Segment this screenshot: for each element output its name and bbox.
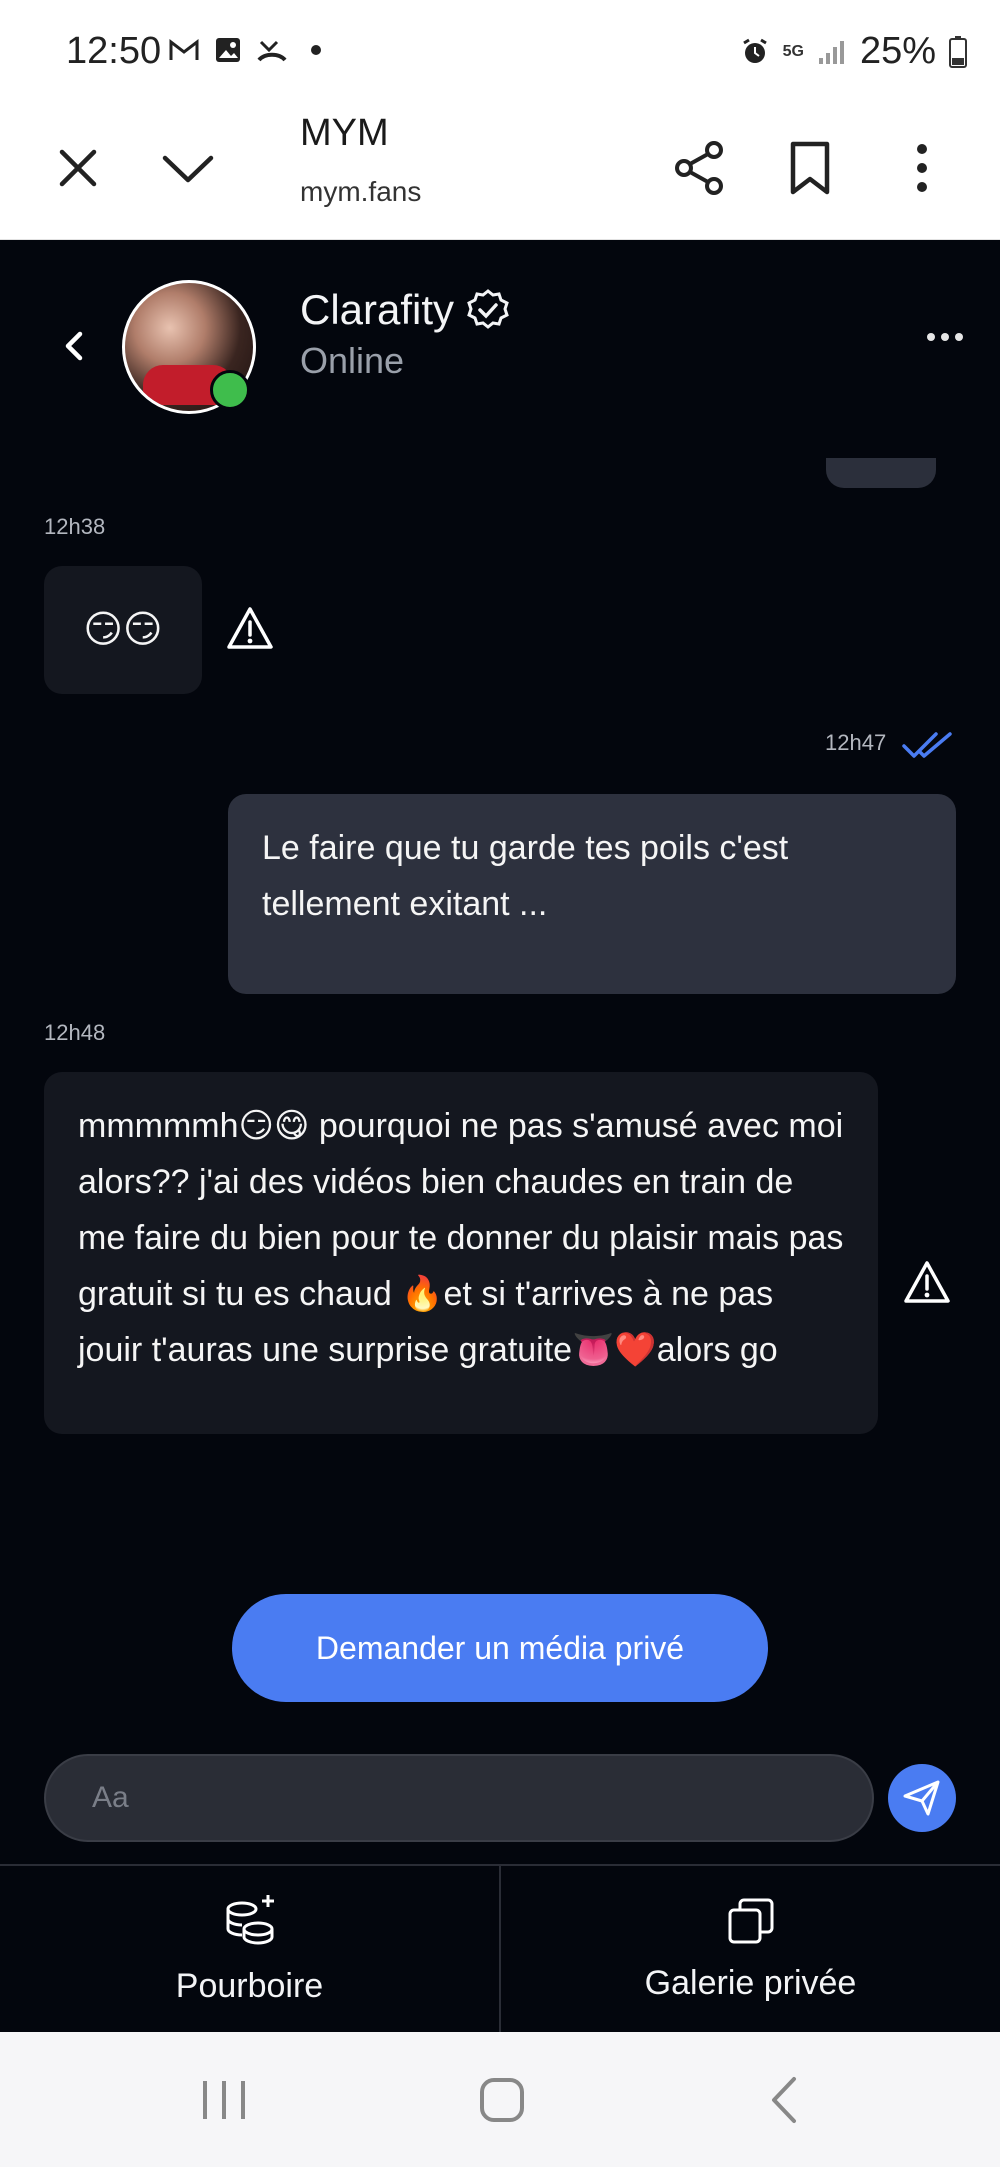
status-bar: 12:50 5G 25% [0, 0, 1000, 100]
battery-icon [948, 35, 968, 68]
bottom-action-bar: Pourboire Galerie privée [0, 1864, 1000, 2032]
send-button[interactable] [888, 1764, 956, 1832]
more-vertical-icon [917, 144, 927, 192]
system-nav-bar [0, 2032, 1000, 2167]
chat-screen: Clarafity Online 12h38 😏😏 12h47 Le faire… [0, 240, 1000, 2032]
chevron-left-icon [65, 331, 83, 361]
page-url[interactable]: mym.fans [300, 176, 421, 208]
report-button[interactable] [226, 606, 276, 652]
recents-icon [203, 2081, 245, 2119]
page-title: MYM [300, 112, 389, 154]
minimize-button[interactable] [148, 128, 228, 208]
tip-button[interactable]: Pourboire [0, 1866, 499, 2032]
warning-icon [904, 1261, 950, 1303]
send-icon [903, 1780, 940, 1816]
message-time: 12h38 [44, 514, 106, 539]
status-time: 12:50 [66, 30, 162, 72]
incoming-message[interactable]: mmmmmh😏😋 pourquoi ne pas s'amusé avec mo… [44, 1072, 878, 1434]
gallery-copy-icon [728, 1898, 773, 1943]
chevron-down-icon [162, 155, 214, 183]
message-input-wrapper [44, 1754, 874, 1842]
back-icon [772, 2077, 796, 2123]
message-time: 12h48 [44, 1020, 106, 1045]
tip-label: Pourboire [175, 1966, 324, 2005]
close-icon [59, 149, 97, 187]
previous-message-bubble [826, 458, 936, 488]
read-receipt-icon [902, 732, 952, 758]
gmail-icon [168, 34, 200, 66]
battery-percent: 25% [859, 30, 936, 72]
chat-more-button[interactable] [920, 322, 970, 352]
message-text: Le faire que tu garde tes poils c'est te… [262, 829, 789, 923]
chat-header: Clarafity Online [0, 240, 1000, 440]
network-type: 5G [782, 42, 804, 60]
more-horizontal-icon [927, 333, 935, 341]
contact-name-row[interactable]: Clarafity [300, 286, 510, 334]
alarm-icon [739, 36, 771, 68]
gallery-icon [212, 34, 244, 66]
more-options-button[interactable] [882, 128, 962, 208]
share-icon [675, 141, 723, 195]
bookmark-button[interactable] [770, 128, 850, 208]
dot-icon [300, 34, 332, 66]
close-tab-button[interactable] [38, 128, 118, 208]
request-private-media-button[interactable]: Demander un média privé [232, 1594, 768, 1702]
home-icon [480, 2078, 524, 2122]
message-text: mmmmmh😏😋 pourquoi ne pas s'amusé avec mo… [78, 1107, 844, 1369]
report-button[interactable] [903, 1260, 953, 1306]
back-button[interactable] [54, 326, 94, 366]
message-time: 12h47 [825, 730, 887, 755]
status-right: 5G 25% [739, 30, 968, 73]
browser-toolbar: MYM mym.fans [0, 100, 1000, 240]
signal-icon [816, 36, 848, 68]
share-button[interactable] [660, 128, 740, 208]
bookmark-icon [790, 141, 830, 195]
recent-apps-button[interactable] [184, 2070, 264, 2130]
incoming-message[interactable]: 😏😏 [44, 566, 202, 694]
home-button[interactable] [462, 2070, 542, 2130]
warning-icon [227, 607, 273, 649]
missed-call-icon [256, 34, 288, 66]
online-indicator [210, 370, 250, 410]
private-gallery-button[interactable]: Galerie privée [499, 1866, 1000, 2032]
message-text: 😏😏 [83, 609, 163, 651]
notification-icons [168, 34, 332, 66]
outgoing-message[interactable]: Le faire que tu garde tes poils c'est te… [228, 794, 956, 994]
contact-status: Online [300, 340, 405, 381]
gallery-label: Galerie privée [644, 1963, 857, 2002]
message-input[interactable] [46, 1756, 872, 1840]
coins-plus-icon [226, 1894, 274, 1945]
contact-name: Clarafity [300, 286, 455, 333]
back-nav-button[interactable] [744, 2070, 824, 2130]
verified-badge-icon [467, 289, 509, 329]
